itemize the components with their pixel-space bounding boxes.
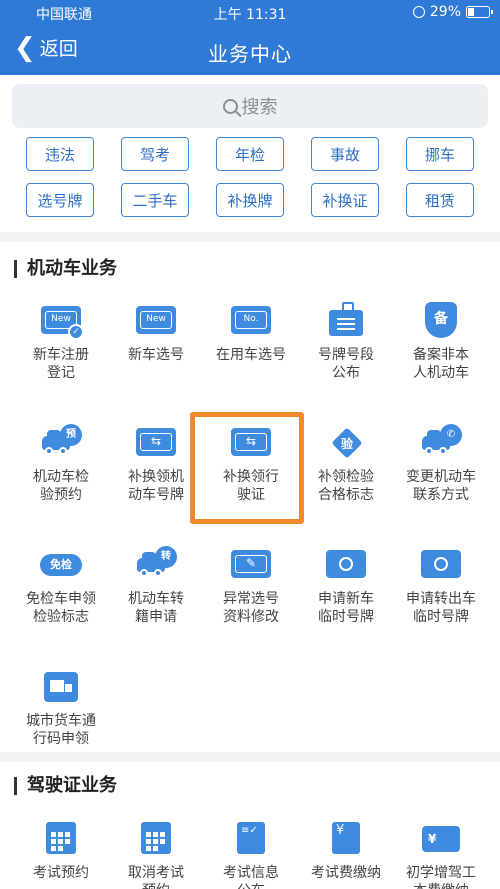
service-label: 备案非本 xyxy=(413,347,469,363)
service-item[interactable]: ¥ 初学增驾工本费缴纳 xyxy=(391,820,491,889)
new-plate-check-icon: New ✓ xyxy=(40,302,84,340)
exam-fee-icon: ¥ xyxy=(325,820,367,856)
search-icon xyxy=(222,98,238,114)
service-label: 资料修改 xyxy=(223,609,279,625)
service-label: 预约 xyxy=(106,882,206,889)
quick-tag[interactable]: 驾考 xyxy=(121,137,189,171)
edit-plate-icon: ✎ xyxy=(230,546,272,582)
service-item[interactable]: New 新车选号 xyxy=(106,302,206,364)
service-item[interactable]: 转机动车转 籍申请 xyxy=(106,546,206,626)
service-label: 取消考试 xyxy=(128,865,184,881)
plate-number-icon: No. xyxy=(230,302,272,338)
service-label: 登记 xyxy=(47,365,75,381)
battery-icon xyxy=(466,6,493,18)
search-input[interactable]: 搜索 xyxy=(12,84,488,128)
car-transfer-icon: 转 xyxy=(135,546,177,582)
quick-tag[interactable]: 租赁 xyxy=(406,183,474,217)
quick-tag[interactable]: 二手车 xyxy=(121,183,189,217)
service-label: 变更机动车 xyxy=(406,469,476,485)
divider xyxy=(0,752,500,762)
service-item[interactable]: 验补领检验 合格标志 xyxy=(296,424,396,504)
quick-tag[interactable]: 事故 xyxy=(311,137,379,171)
service-label: 新车选号 xyxy=(128,347,184,363)
service-label: 公布 xyxy=(332,365,360,381)
service-label: 机动车转 xyxy=(128,591,184,607)
quick-tag[interactable]: 补换证 xyxy=(311,183,379,217)
service-label: 人机动车 xyxy=(413,365,469,381)
section-title-motor: 机动车业务 xyxy=(14,260,117,278)
service-label: 号牌号段 xyxy=(318,347,374,363)
service-item[interactable]: 取消考试预约 xyxy=(106,820,206,889)
service-item[interactable]: ≡✓ 考试信息公布 xyxy=(201,820,301,889)
top-bar: 中国联通 上午 11:31 29% ❮ 返回 业务中心 xyxy=(0,0,500,75)
service-label: 考试预约 xyxy=(33,865,89,881)
service-item[interactable]: 备备案非本 人机动车 xyxy=(391,302,491,382)
service-item[interactable]: ✎ 异常选号资料修改 xyxy=(201,546,301,626)
service-item[interactable]: 号牌号段 公布 xyxy=(296,302,396,382)
service-label: 行码申领 xyxy=(33,731,89,747)
quick-tag[interactable]: 年检 xyxy=(216,137,284,171)
status-bar: 中国联通 上午 11:31 29% xyxy=(0,0,500,26)
battery-percent: 29% xyxy=(429,4,461,20)
quick-tag[interactable]: 补换牌 xyxy=(216,183,284,217)
temp-plate-out-icon xyxy=(420,546,462,582)
quick-tag[interactable]: 违法 xyxy=(26,137,94,171)
service-item[interactable]: ¥ 考试费缴纳 xyxy=(296,820,396,882)
highlight-box xyxy=(190,412,304,524)
service-label: 考试费缴纳 xyxy=(311,865,381,881)
service-item[interactable]: 城市货车通 行码申领 xyxy=(11,668,111,748)
service-label: 联系方式 xyxy=(413,487,469,503)
search-placeholder: 搜索 xyxy=(241,97,278,118)
car-inspect-icon: 预 xyxy=(40,424,82,460)
divider xyxy=(0,232,500,242)
service-label: 临时号牌 xyxy=(413,609,469,625)
service-label: 验预约 xyxy=(40,487,82,503)
service-item[interactable]: No. 在用车选号 xyxy=(201,302,301,364)
service-label: 考试信息 xyxy=(223,865,279,881)
exam-info-icon: ≡✓ xyxy=(230,820,272,856)
exempt-mark-icon: 免检 xyxy=(40,546,82,582)
service-label: 异常选号 xyxy=(223,591,279,607)
service-label: 机动车检 xyxy=(33,469,89,485)
service-label: 新车注册 xyxy=(33,347,89,363)
service-label: 免检车申领 xyxy=(26,591,96,607)
service-item[interactable]: New ✓ 新车注册登记 xyxy=(11,302,111,382)
service-item[interactable]: 申请转出车 临时号牌 xyxy=(391,546,491,626)
service-label: 公布 xyxy=(201,882,301,889)
battery-area: 29% xyxy=(412,4,493,20)
new-plate-icon: New xyxy=(135,302,177,338)
service-label: 籍申请 xyxy=(135,609,177,625)
truck-pass-icon xyxy=(40,668,82,704)
plate-exchange-icon: ⇆ xyxy=(135,424,177,460)
rotation-lock-icon xyxy=(412,6,425,18)
service-item[interactable]: 申请新车 临时号牌 xyxy=(296,546,396,626)
service-label: 在用车选号 xyxy=(216,347,286,363)
service-label: 检验标志 xyxy=(33,609,89,625)
notice-board-icon xyxy=(325,302,367,338)
section-title-license: 驾驶证业务 xyxy=(14,777,117,795)
car-phone-icon: ✆ xyxy=(420,424,462,460)
exam-calendar-icon xyxy=(40,820,82,856)
cancel-calendar-icon xyxy=(135,820,177,856)
quick-tag[interactable]: 选号牌 xyxy=(26,183,94,217)
page-title: 业务中心 xyxy=(208,42,292,66)
service-label: 申请转出车 xyxy=(406,591,476,607)
service-label: 申请新车 xyxy=(318,591,374,607)
service-item[interactable]: 考试预约 xyxy=(11,820,111,882)
service-item[interactable]: 预机动车检 验预约 xyxy=(11,424,111,504)
temp-plate-icon xyxy=(325,546,367,582)
battery-fill xyxy=(468,8,474,16)
shield-icon: 备 xyxy=(420,302,462,338)
service-item[interactable]: 免检免检车申领检验标志 xyxy=(11,546,111,626)
service-label: 城市货车通 xyxy=(26,713,96,729)
service-label: 补领检验 xyxy=(318,469,374,485)
inspect-mark-icon: 验 xyxy=(325,424,367,460)
service-item[interactable]: ✆ 变更机动车联系方式 xyxy=(391,424,491,504)
service-label: 临时号牌 xyxy=(318,609,374,625)
service-label: 合格标志 xyxy=(318,487,374,503)
fee-card-icon: ¥ xyxy=(420,820,462,856)
service-label: 初学增驾工 xyxy=(406,865,476,881)
quick-tag[interactable]: 挪车 xyxy=(406,137,474,171)
service-label: 本费缴纳 xyxy=(391,882,491,889)
